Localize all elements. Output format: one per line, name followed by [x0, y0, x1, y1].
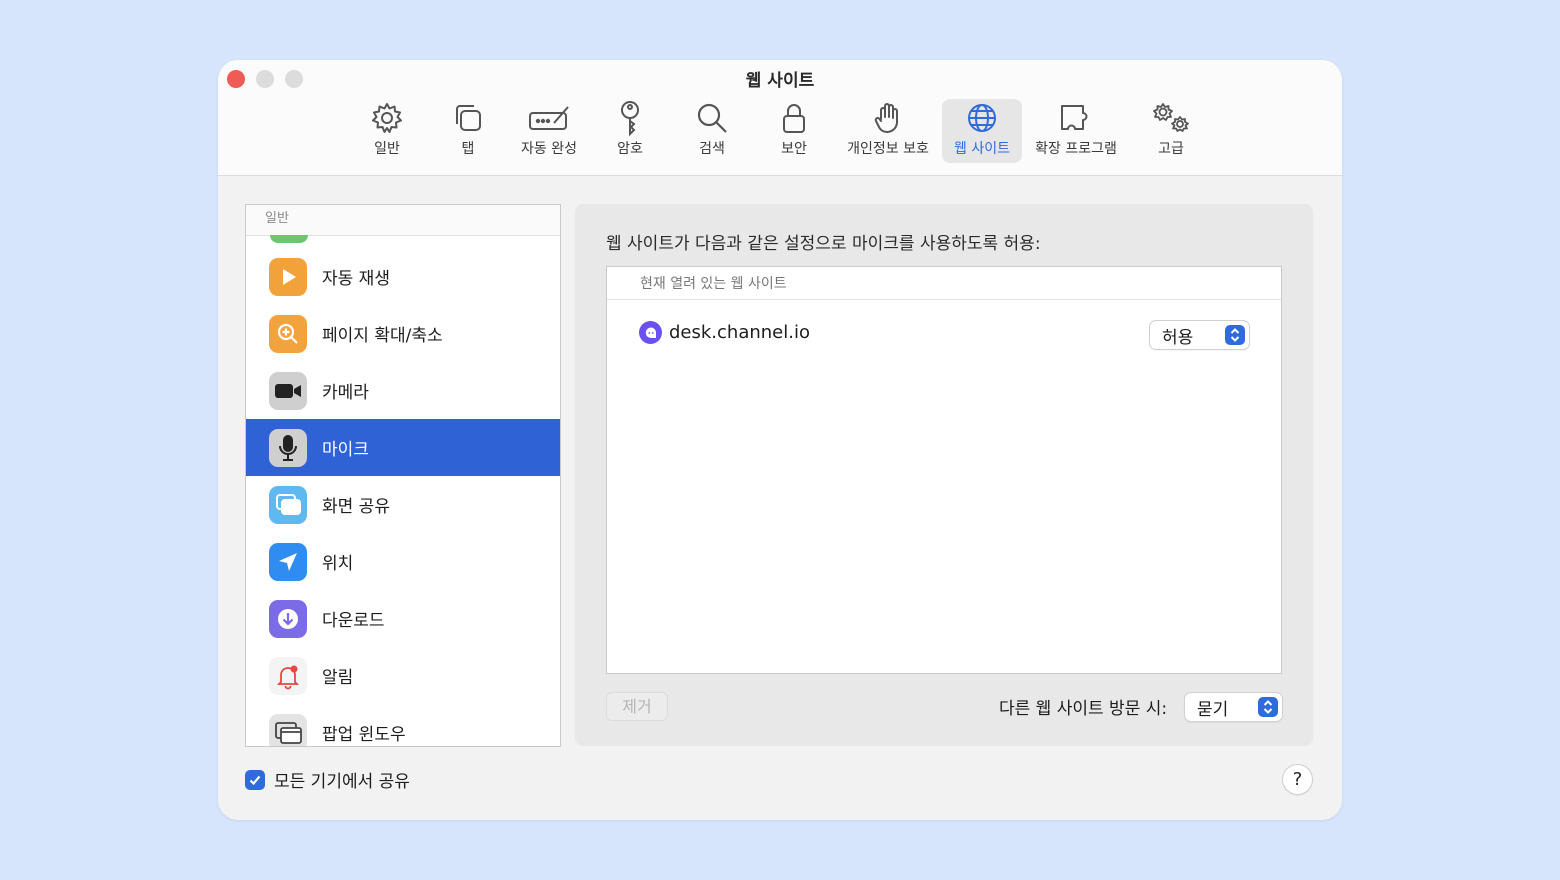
play-icon [269, 257, 307, 296]
toolbar-tab-extensions[interactable]: 확장 프로그램 [1030, 99, 1122, 163]
sidebar-partial-item-icon [270, 235, 308, 243]
site-permission-value: 허용 [1162, 327, 1194, 348]
toolbar-tab-autofill[interactable]: 자동 완성 [517, 99, 581, 163]
sidebar-item-label: 위치 [322, 554, 354, 574]
site-name: desk.channel.io [669, 322, 810, 343]
toolbar-tab-websites[interactable]: 웹 사이트 [942, 99, 1022, 163]
sidebar-item-label: 페이지 확대/축소 [322, 326, 443, 346]
share-across-devices-checkbox[interactable] [245, 769, 265, 790]
table-header: 현재 열려 있는 웹 사이트 [607, 267, 1281, 300]
help-button[interactable]: ? [1283, 765, 1312, 794]
toolbar-label: 고급 [1158, 141, 1184, 157]
sidebar-item-autoplay[interactable]: 자동 재생 [246, 248, 560, 305]
toolbar-tab-security[interactable]: 보안 [774, 99, 814, 163]
permissions-sidebar[interactable]: 일반 자동 재생 페이지 확대/축소 카메라 마이크 화면 공유 위치 다운로드… [245, 204, 561, 747]
sidebar-item-label: 화면 공유 [322, 497, 390, 517]
sidebar-item-label: 마이크 [322, 440, 369, 460]
toolbar-label: 개인정보 보호 [847, 141, 929, 157]
hand-icon [873, 99, 903, 137]
sidebar-item-microphone[interactable]: 마이크 [246, 419, 560, 476]
microphone-settings-panel: 웹 사이트가 다음과 같은 설정으로 마이크를 사용하도록 허용: 현재 열려 … [575, 204, 1313, 746]
share-across-devices-label: 모든 기기에서 공유 [274, 772, 410, 792]
toolbar-tab-search[interactable]: 검색 [692, 99, 732, 163]
window-title: 웹 사이트 [745, 71, 815, 91]
globe-icon [965, 99, 999, 137]
location-icon [269, 542, 307, 581]
other-websites-select[interactable]: 묻기 [1185, 693, 1282, 721]
table-row[interactable]: desk.channel.io [639, 321, 810, 344]
sidebar-item-popup-windows[interactable]: 팝업 윈도우 [246, 704, 560, 746]
microphone-icon [269, 428, 307, 467]
sidebar-section-header: 일반 [246, 205, 560, 236]
toolbar-label: 탭 [461, 141, 475, 157]
autofill-icon [527, 99, 571, 137]
sidebar-item-label: 다운로드 [322, 611, 385, 631]
toolbar-label: 보안 [781, 141, 807, 157]
gear-icon [370, 99, 404, 137]
sidebar-item-downloads[interactable]: 다운로드 [246, 590, 560, 647]
sidebar-item-label: 카메라 [322, 383, 369, 403]
chevron-up-down-icon [1225, 325, 1245, 345]
open-websites-table[interactable]: 현재 열려 있는 웹 사이트 desk.channel.io 허용 [606, 266, 1282, 674]
sidebar-list: 자동 재생 페이지 확대/축소 카메라 마이크 화면 공유 위치 다운로드 알림… [246, 248, 560, 746]
sidebar-item-screen-share[interactable]: 화면 공유 [246, 476, 560, 533]
popup-window-icon [269, 713, 307, 746]
sidebar-item-label: 팝업 윈도우 [322, 725, 406, 745]
panel-description: 웹 사이트가 다음과 같은 설정으로 마이크를 사용하도록 허용: [606, 234, 1041, 254]
checkmark-icon [249, 775, 261, 785]
sidebar-item-label: 자동 재생 [322, 269, 390, 289]
toolbar-tab-tabs[interactable]: 탭 [448, 99, 488, 163]
sidebar-item-location[interactable]: 위치 [246, 533, 560, 590]
camera-icon [269, 371, 307, 410]
toolbar-label: 웹 사이트 [954, 141, 1010, 157]
search-icon [695, 99, 729, 137]
channel-talk-favicon-icon [639, 321, 662, 344]
zoom-icon [269, 314, 307, 353]
toolbar-label: 일반 [374, 141, 400, 157]
toolbar-tab-advanced[interactable]: 고급 [1148, 99, 1194, 163]
lock-icon [779, 99, 809, 137]
key-icon [615, 99, 645, 137]
toolbar-tab-passwords[interactable]: 암호 [610, 99, 650, 163]
preferences-window: 웹 사이트 일반 탭 자동 완성 암호 검색 보안 개인정보 보호 웹 사이트 … [218, 60, 1342, 820]
sidebar-item-label: 알림 [322, 668, 354, 688]
toolbar-label: 확장 프로그램 [1035, 141, 1117, 157]
toolbar-tab-general[interactable]: 일반 [364, 99, 410, 163]
site-permission-select[interactable]: 허용 [1150, 321, 1249, 349]
chevron-up-down-icon [1258, 697, 1278, 717]
toolbar-label: 암호 [617, 141, 643, 157]
toolbar-tab-privacy[interactable]: 개인정보 보호 [840, 99, 936, 163]
tabs-icon [451, 99, 485, 137]
other-websites-value: 묻기 [1197, 699, 1229, 720]
puzzle-icon [1056, 99, 1096, 137]
screen-share-icon [269, 485, 307, 524]
sidebar-item-camera[interactable]: 카메라 [246, 362, 560, 419]
download-icon [269, 599, 307, 638]
sidebar-item-notifications[interactable]: 알림 [246, 647, 560, 704]
other-websites-label: 다른 웹 사이트 방문 시: [999, 699, 1168, 719]
titlebar: 웹 사이트 일반 탭 자동 완성 암호 검색 보안 개인정보 보호 웹 사이트 … [218, 60, 1342, 176]
toolbar-label: 검색 [699, 141, 725, 157]
bell-icon [269, 656, 307, 695]
share-across-devices-option[interactable]: 모든 기기에서 공유 [245, 767, 410, 792]
sidebar-item-page-zoom[interactable]: 페이지 확대/축소 [246, 305, 560, 362]
remove-button[interactable]: 제거 [606, 692, 668, 721]
gears-icon [1150, 99, 1192, 137]
toolbar-label: 자동 완성 [521, 141, 577, 157]
